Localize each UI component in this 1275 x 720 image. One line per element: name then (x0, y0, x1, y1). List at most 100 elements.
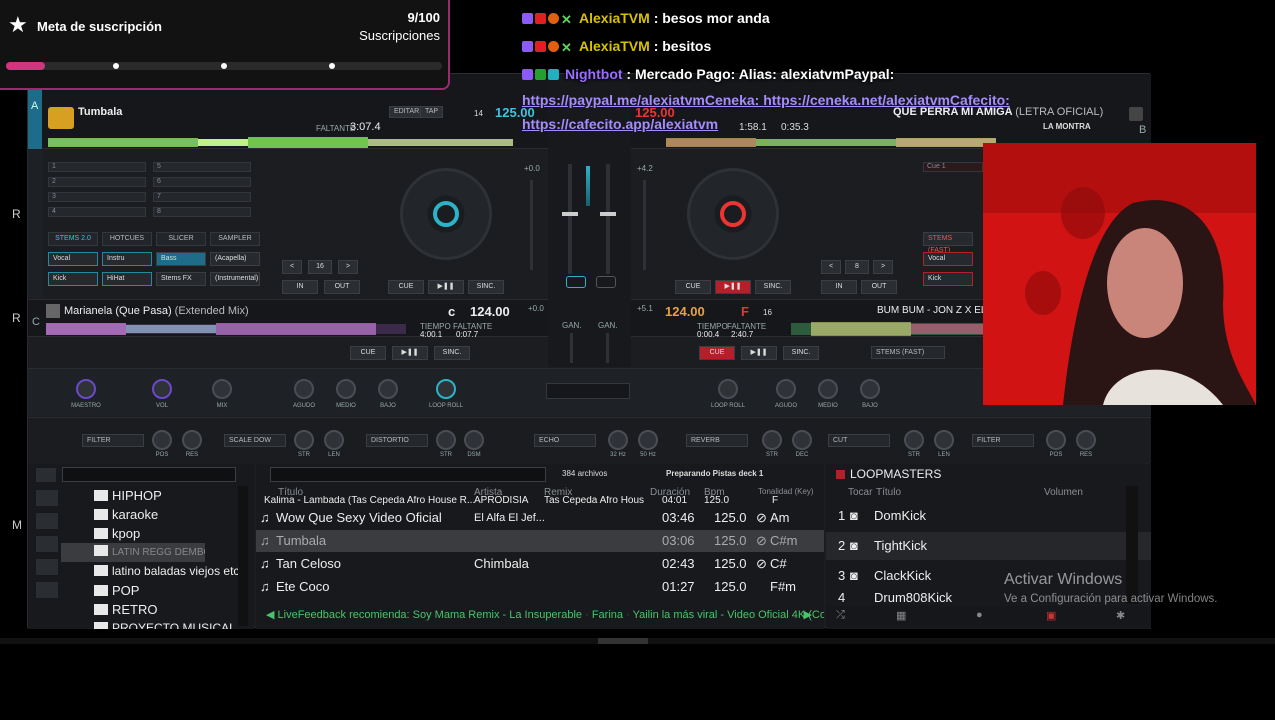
pad-a-2[interactable]: 2 (48, 177, 146, 187)
headphone-a-icon[interactable] (566, 276, 586, 288)
deck-d-waveform[interactable] (791, 322, 987, 336)
loop-b-in-button[interactable]: IN (821, 280, 857, 294)
col-volume[interactable]: Volumen (1044, 487, 1083, 498)
pad-a-8[interactable]: 8 (153, 207, 251, 217)
fx-32hz-knob[interactable] (608, 430, 628, 450)
play-d-button[interactable]: ▶❚❚ (741, 346, 777, 360)
folder-item[interactable]: latino baladas viejos etc (94, 562, 239, 581)
tab-slicer[interactable]: SLICER (156, 232, 206, 246)
deck-b-waveform[interactable] (666, 136, 996, 149)
folder-item[interactable]: kpop (94, 524, 140, 543)
list-item-selected[interactable]: 2 ◙ TightKick (826, 532, 1151, 560)
vol-knob[interactable] (152, 379, 172, 399)
loop-roll-b-knob[interactable] (718, 379, 738, 399)
deck-b-cue-pad[interactable]: Cue 1 (923, 162, 983, 172)
fader-cap-a[interactable] (562, 212, 578, 216)
loop-b-out-button[interactable]: OUT (861, 280, 897, 294)
table-row[interactable]: ♫ Wow Que Sexy Video Oficial El Alfa El … (256, 507, 824, 529)
stem-acapella[interactable]: (Acapella) (210, 252, 260, 266)
play-c-button[interactable]: ▶❚❚ (392, 346, 428, 360)
stem-instrumental[interactable]: (Instrumental) (210, 272, 260, 286)
deck-b-stem-kick[interactable]: Kick (923, 272, 973, 286)
horizontal-scrollbar[interactable] (0, 638, 1275, 644)
deck-c-waveform[interactable] (46, 322, 406, 336)
folder-item[interactable]: karaoke (94, 505, 158, 524)
medio-a-knob[interactable] (336, 379, 356, 399)
settings-icon[interactable]: ✱ (1116, 609, 1125, 622)
fx-b2-len-knob[interactable] (934, 430, 954, 450)
fx-a1-res-knob[interactable] (182, 430, 202, 450)
fader-cap-b[interactable] (600, 212, 616, 216)
folder-scrollbar[interactable] (238, 486, 248, 626)
fx-a2-str-knob[interactable] (294, 430, 314, 450)
sync-d-button[interactable]: SINC. (783, 346, 819, 360)
table-row[interactable]: ♫ Tan Celoso Chimbala 02:43 125.0 ⊘ C# (256, 553, 824, 575)
fx-a2-select[interactable]: SCALE DOW (224, 434, 286, 447)
track-search-input[interactable] (270, 467, 546, 482)
headphone-b-icon[interactable] (596, 276, 616, 288)
chevron-left-icon[interactable]: ◀ (256, 609, 274, 621)
col-sample-title[interactable]: Título (876, 487, 901, 498)
fx-b2-str-knob[interactable] (904, 430, 924, 450)
loop-a-size[interactable]: 16 (308, 260, 332, 274)
volume-fader-a[interactable] (568, 164, 572, 274)
loop-roll-a-knob[interactable] (436, 379, 456, 399)
table-row[interactable]: ♫ Ete Coco 01:27 125.0 F#m (256, 576, 824, 598)
fx-a1-select[interactable]: FILTER (82, 434, 144, 447)
folder-item[interactable]: POP (94, 581, 139, 600)
drive-icon[interactable] (36, 513, 58, 529)
pitch-slider-b[interactable] (643, 180, 646, 270)
volume-fader-b[interactable] (606, 164, 610, 274)
master-knob[interactable] (76, 379, 96, 399)
cue-c-button[interactable]: CUE (350, 346, 386, 360)
fx-b3-res-knob[interactable] (1076, 430, 1096, 450)
fx-50hz-knob[interactable] (638, 430, 658, 450)
mix-knob[interactable] (212, 379, 232, 399)
col-key[interactable]: Tonalidad (Key) (758, 487, 814, 496)
fx-a4-select[interactable]: ECHO (534, 434, 596, 447)
stem-instru[interactable]: Instru (102, 252, 152, 266)
loop-a-out-button[interactable]: OUT (324, 280, 360, 294)
bajo-b-knob[interactable] (860, 379, 880, 399)
fx-b1-str-knob[interactable] (762, 430, 782, 450)
livefeedback-bar[interactable]: ◀ LiveFeedback recomienda: Soy Mama Remi… (256, 604, 824, 626)
tab-stems[interactable]: STEMS 2.0 (48, 232, 98, 246)
list-item[interactable]: 1 ◙ DomKick (826, 502, 1151, 530)
folder-item[interactable]: RETRO (94, 600, 158, 619)
music-icon[interactable] (36, 536, 58, 552)
pad-a-4[interactable]: 4 (48, 207, 146, 217)
pad-a-3[interactable]: 3 (48, 192, 146, 202)
folder-item[interactable]: HIPHOP (94, 486, 162, 505)
online-icon[interactable] (36, 559, 58, 575)
chat-link[interactable]: https://cafecito.app/alexiatvm (522, 112, 1082, 136)
stem-bass[interactable]: Bass (156, 252, 206, 266)
deck-d-stems-select[interactable]: STEMS (FAST) (871, 346, 945, 359)
loop-b-double[interactable]: > (873, 260, 893, 274)
sync-b-button[interactable]: SINC. (755, 280, 791, 294)
loop-b-halve[interactable]: < (821, 260, 841, 274)
col-play[interactable]: Tocar (848, 487, 872, 498)
stem-fx[interactable]: Stems FX (156, 272, 206, 286)
agudo-b-knob[interactable] (776, 379, 796, 399)
loop-a-in-button[interactable]: IN (282, 280, 318, 294)
deck-b-stems-tab[interactable]: STEMS (FAST) (923, 232, 973, 254)
search-icon[interactable] (36, 468, 56, 482)
chevron-right-icon[interactable]: ▶ (804, 604, 812, 626)
deck-b-stem-vocal[interactable]: Vocal (923, 252, 973, 266)
mic-icon[interactable]: ● (976, 609, 983, 621)
pad-a-5[interactable]: 5 (153, 162, 251, 172)
pad-a-1[interactable]: 1 (48, 162, 146, 172)
tab-sampler[interactable]: SAMPLER (210, 232, 260, 246)
cue-b-button[interactable]: CUE (675, 280, 711, 294)
jog-wheel-b[interactable] (687, 168, 779, 260)
tab-hotcues[interactable]: HOTCUES (102, 232, 152, 246)
fx-b3-select[interactable]: FILTER (972, 434, 1034, 447)
loop-b-size[interactable]: 8 (845, 260, 869, 274)
scrollbar-thumb[interactable] (598, 638, 648, 644)
automix-icon[interactable] (36, 582, 58, 598)
fx-a2-len-knob[interactable] (324, 430, 344, 450)
loop-a-double[interactable]: > (338, 260, 358, 274)
cue-d-button[interactable]: CUE (699, 346, 735, 360)
fx-a3-str-knob[interactable] (436, 430, 456, 450)
sync-c-button[interactable]: SINC. (434, 346, 470, 360)
